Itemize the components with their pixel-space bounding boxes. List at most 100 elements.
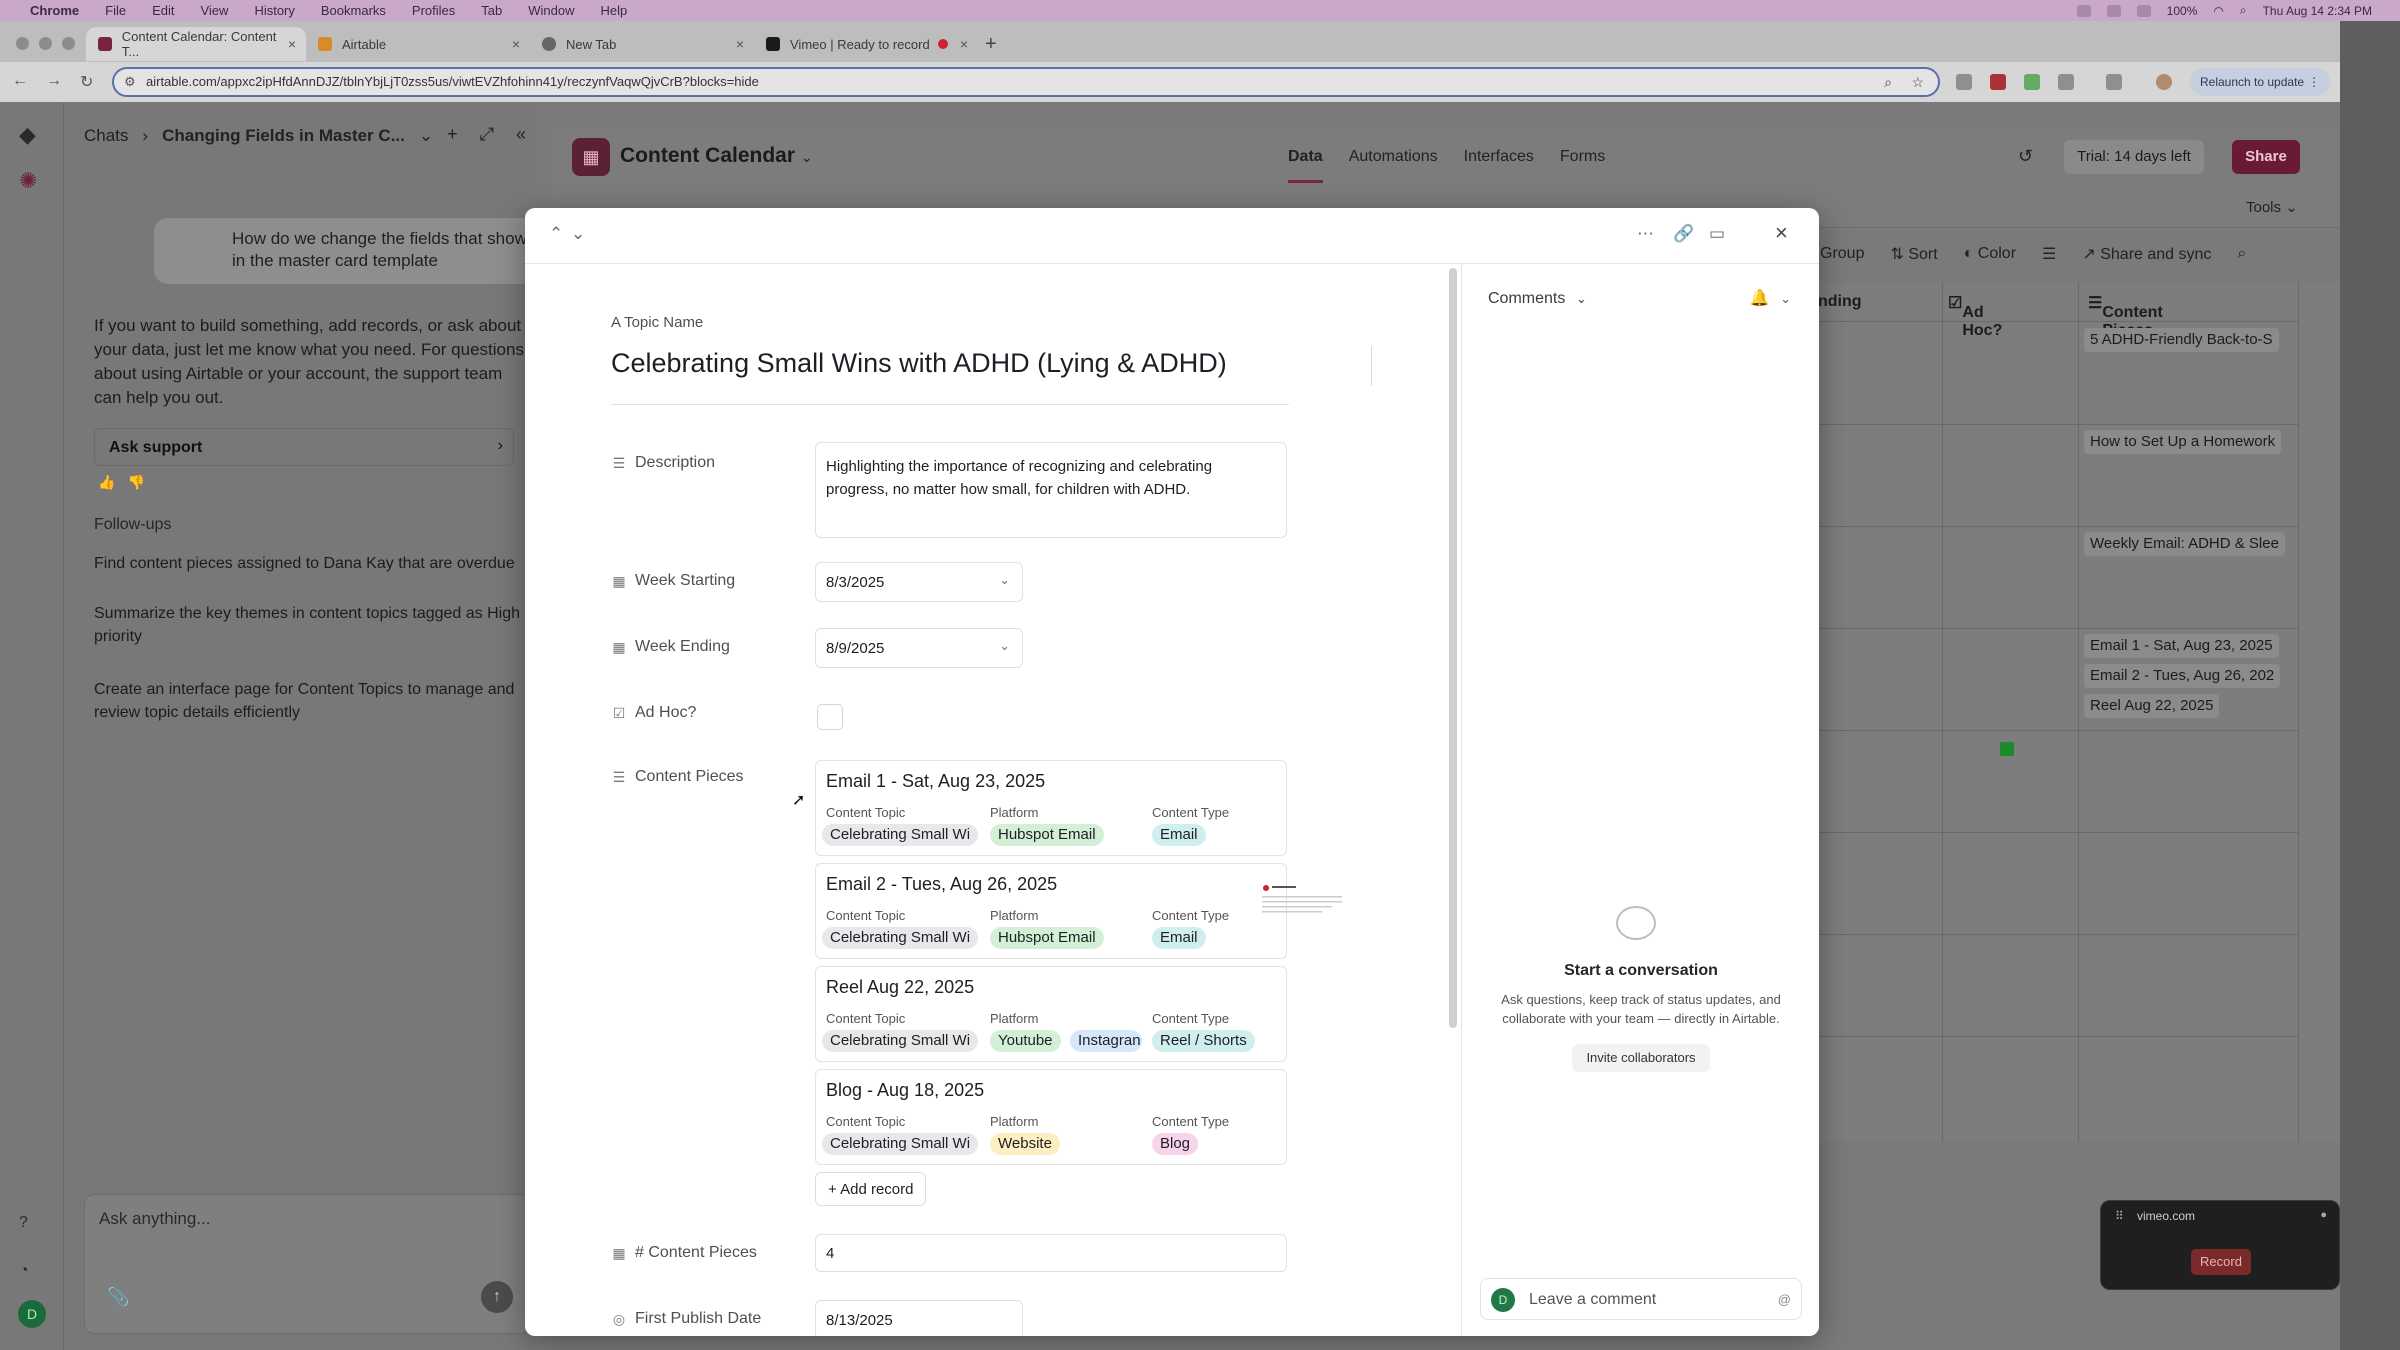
tab-forms[interactable]: Forms bbox=[1560, 148, 1605, 183]
linked-record-chip[interactable]: Weekly Email: ADHD & Slee bbox=[2084, 532, 2285, 556]
extensions-puzzle-icon[interactable] bbox=[2058, 74, 2074, 90]
content-piece-card[interactable]: Reel Aug 22, 2025 Content Topic Platform… bbox=[815, 966, 1287, 1062]
linked-record-chip[interactable]: 5 ADHD-Friendly Back-to-S bbox=[2084, 328, 2279, 352]
profile-avatar[interactable] bbox=[2156, 74, 2172, 90]
content-piece-card[interactable]: Email 1 - Sat, Aug 23, 2025 Content Topi… bbox=[815, 760, 1287, 856]
close-tab-icon[interactable]: × bbox=[960, 36, 968, 52]
invite-collaborators-button[interactable]: Invite collaborators bbox=[1572, 1044, 1710, 1072]
relaunch-button[interactable]: Relaunch to update ⋮ bbox=[2190, 68, 2330, 96]
menu-profiles[interactable]: Profiles bbox=[412, 3, 455, 18]
followup-suggestion[interactable]: Create an interface page for Content Top… bbox=[94, 678, 534, 724]
side-panel-icon[interactable] bbox=[2106, 74, 2122, 90]
close-tab-icon[interactable]: × bbox=[736, 36, 744, 52]
reload-icon[interactable]: ↻ bbox=[80, 72, 93, 92]
breadcrumb-current-chat[interactable]: Changing Fields in Master C... bbox=[162, 126, 405, 146]
notifications-bell-icon[interactable]: ◔ bbox=[19, 1262, 29, 1280]
ask-support-button[interactable]: Ask support › bbox=[94, 428, 514, 466]
browser-tab[interactable]: Content Calendar: Content T... × bbox=[86, 27, 306, 61]
search-icon[interactable]: ⌕ bbox=[2237, 245, 2246, 263]
linked-record-chip[interactable]: How to Set Up a Homework bbox=[2084, 430, 2282, 454]
menu-edit[interactable]: Edit bbox=[152, 3, 174, 18]
share-and-sync-button[interactable]: ↗ Share and sync bbox=[2082, 244, 2211, 264]
vimeo-extension-icon[interactable] bbox=[2024, 74, 2040, 90]
more-options-icon[interactable]: ⋯ bbox=[1637, 224, 1654, 244]
menu-chrome[interactable]: Chrome bbox=[30, 3, 79, 18]
menu-window[interactable]: Window bbox=[528, 3, 574, 18]
content-piece-card[interactable]: Blog - Aug 18, 2025 Content Topic Platfo… bbox=[815, 1069, 1287, 1165]
record-button[interactable]: Record bbox=[2191, 1249, 2251, 1275]
linked-record-chip[interactable]: Reel Aug 22, 2025 bbox=[2084, 694, 2220, 718]
chat-input-box[interactable]: Ask anything... 📎 ↑ bbox=[84, 1194, 530, 1334]
drag-handle-icon[interactable]: ⠿ bbox=[2115, 1209, 2124, 1223]
help-icon[interactable]: ? bbox=[19, 1214, 28, 1232]
minimize-window-button[interactable] bbox=[39, 37, 52, 50]
address-bar[interactable]: ⚙ airtable.com/appxc2ipHfdAnnDJZ/tblnYbj… bbox=[112, 67, 1940, 97]
close-window-button[interactable] bbox=[16, 37, 29, 50]
trial-badge[interactable]: Trial: 14 days left bbox=[2064, 140, 2204, 174]
tab-data[interactable]: Data bbox=[1288, 148, 1323, 183]
close-tab-icon[interactable]: × bbox=[288, 36, 296, 52]
omni-assistant-icon[interactable]: ✺ bbox=[19, 168, 37, 194]
menu-bookmarks[interactable]: Bookmarks bbox=[321, 3, 386, 18]
previous-record-icon[interactable]: ⌃ bbox=[549, 224, 563, 244]
airtable-logo-icon[interactable]: ◆ bbox=[19, 122, 36, 148]
close-tab-icon[interactable]: × bbox=[512, 36, 520, 52]
mention-icon[interactable]: @ bbox=[1778, 1292, 1791, 1307]
tab-interfaces[interactable]: Interfaces bbox=[1464, 148, 1534, 183]
comment-input[interactable]: D Leave a comment @ bbox=[1480, 1278, 1802, 1320]
group-button[interactable]: Group bbox=[1820, 245, 1864, 263]
extension-icon[interactable] bbox=[1990, 74, 2006, 90]
sort-button[interactable]: ⇅ Sort bbox=[1890, 244, 1937, 264]
menu-help[interactable]: Help bbox=[601, 3, 628, 18]
base-title[interactable]: Content Calendar ⌄ bbox=[620, 144, 813, 168]
status-app-icon[interactable] bbox=[2076, 4, 2091, 17]
toggle-comments-icon[interactable]: ▭ bbox=[1709, 224, 1725, 244]
color-button[interactable]: ◐ Color bbox=[1964, 245, 2016, 263]
history-icon[interactable]: ↺ bbox=[2018, 146, 2033, 167]
microphone-icon[interactable]: ● bbox=[2320, 1209, 2327, 1221]
browser-tab[interactable]: New Tab × bbox=[530, 27, 754, 61]
column-header-adhoc[interactable]: ☑ Ad Hoc? bbox=[1948, 293, 2002, 339]
zoom-window-button[interactable] bbox=[62, 37, 75, 50]
description-field[interactable]: Highlighting the importance of recognizi… bbox=[815, 442, 1287, 538]
copy-link-icon[interactable]: 🔗 bbox=[1673, 224, 1694, 244]
add-record-button[interactable]: + Add record bbox=[815, 1172, 927, 1206]
browser-tab[interactable]: Vimeo | Ready to record × bbox=[754, 27, 978, 61]
menu-file[interactable]: File bbox=[105, 3, 126, 18]
week-ending-date-field[interactable]: 8/9/2025 ⌄ bbox=[815, 628, 1023, 668]
adhoc-checkbox[interactable] bbox=[817, 704, 843, 730]
comments-filter-dropdown[interactable]: Comments ⌄ bbox=[1488, 290, 1587, 308]
linked-record-chip[interactable]: Email 2 - Tues, Aug 26, 202 bbox=[2084, 664, 2281, 688]
attach-icon[interactable]: 📎 bbox=[107, 1287, 129, 1308]
column-header-week-ending[interactable]: nding bbox=[1818, 293, 1862, 311]
breadcrumb-chats[interactable]: Chats bbox=[84, 126, 128, 146]
browser-tab[interactable]: Airtable × bbox=[306, 27, 530, 61]
notification-settings[interactable]: 🔔 ⌄ bbox=[1750, 288, 1791, 308]
record-title[interactable]: Celebrating Small Wins with ADHD (Lying … bbox=[611, 348, 1371, 379]
column-header-content-pieces[interactable]: ☰ Content Pieces bbox=[2088, 293, 2163, 339]
extension-icon[interactable] bbox=[1956, 74, 1972, 90]
chevron-down-icon[interactable]: ⌄ bbox=[419, 126, 433, 146]
followup-suggestion[interactable]: Summarize the key themes in content topi… bbox=[94, 602, 534, 648]
new-chat-icon[interactable]: + bbox=[447, 124, 458, 145]
search-icon[interactable]: ⌕ bbox=[2240, 3, 2247, 18]
new-tab-button[interactable]: + bbox=[985, 33, 997, 56]
row-height-icon[interactable]: ☰ bbox=[2042, 244, 2056, 264]
site-info-icon[interactable]: ⚙ bbox=[124, 69, 136, 95]
calendar-icon[interactable]: ▦ bbox=[572, 138, 610, 176]
thumbs-up-icon[interactable]: 👍 bbox=[98, 474, 115, 491]
linked-record-chip[interactable]: Email 1 - Sat, Aug 23, 2025 bbox=[2084, 634, 2279, 658]
next-record-icon[interactable]: ⌄ bbox=[571, 224, 585, 244]
tab-automations[interactable]: Automations bbox=[1349, 148, 1438, 183]
forward-icon[interactable]: → bbox=[46, 72, 62, 90]
menu-tab[interactable]: Tab bbox=[481, 3, 502, 18]
battery-percent[interactable]: 100% bbox=[2167, 4, 2198, 18]
menu-history[interactable]: History bbox=[254, 3, 294, 18]
bookmark-star-icon[interactable]: ☆ bbox=[1911, 69, 1924, 95]
clock[interactable]: Thu Aug 14 2:34 PM bbox=[2263, 4, 2372, 18]
send-button[interactable]: ↑ bbox=[481, 1281, 513, 1313]
tools-menu[interactable]: Tools ⌄ bbox=[2246, 198, 2298, 216]
share-button[interactable]: Share bbox=[2232, 140, 2300, 174]
status-app-icon[interactable] bbox=[2136, 4, 2151, 17]
week-starting-date-field[interactable]: 8/3/2025 ⌄ bbox=[815, 562, 1023, 602]
